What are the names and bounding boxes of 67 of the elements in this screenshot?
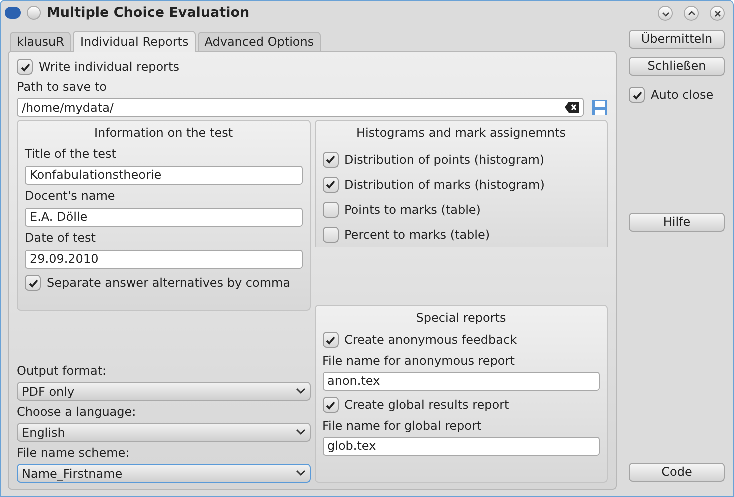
- chevron-icon: [296, 470, 306, 477]
- text-field[interactable]: 29.09.2010: [25, 250, 302, 269]
- checkbox-label: Separate answer alternatives by comma: [47, 275, 291, 292]
- chevron-icon: [296, 429, 306, 436]
- checkbox[interactable]: [322, 176, 338, 192]
- field-label: File name for anonymous report: [322, 353, 516, 370]
- checkbox[interactable]: [25, 275, 41, 291]
- push-button[interactable]: Code: [629, 463, 725, 482]
- field-label: File name scheme:: [17, 445, 131, 462]
- checkbox-label: Percent to marks (table): [344, 226, 490, 244]
- close-icon[interactable]: [710, 6, 725, 20]
- field-label: Choose a language:: [17, 404, 138, 421]
- push-button[interactable]: Übermitteln: [629, 30, 725, 49]
- text-field[interactable]: glob.tex: [322, 437, 600, 456]
- checkbox[interactable]: [322, 226, 338, 242]
- tab[interactable]: Advanced Options: [198, 32, 322, 51]
- field-label: Output format:: [17, 363, 108, 380]
- push-button[interactable]: Schließen: [629, 57, 725, 76]
- checkbox[interactable]: [322, 332, 338, 348]
- check-icon: [325, 334, 336, 346]
- dropdown-value: Name_Firstname: [22, 466, 124, 482]
- text-field[interactable]: E.A. Dölle: [25, 208, 302, 227]
- group-title: Special reports: [415, 310, 508, 327]
- dropdown[interactable]: PDF only: [17, 382, 310, 401]
- checkbox[interactable]: [322, 152, 338, 168]
- field-label: File name for global report: [322, 418, 483, 435]
- checkbox-label: Auto close: [651, 87, 714, 104]
- check-icon: [325, 179, 336, 190]
- checkbox-label: Points to marks (table): [344, 202, 481, 218]
- window-title: Multiple Choice Evaluation: [47, 4, 250, 23]
- clear-icon[interactable]: [565, 102, 579, 113]
- chevron-icon: [296, 388, 306, 395]
- field-label: Docent's name: [25, 188, 116, 205]
- maximize-icon[interactable]: [684, 6, 699, 20]
- checkbox-label: Distribution of marks (histogram): [344, 176, 545, 194]
- tab[interactable]: Individual Reports: [73, 31, 196, 52]
- tab[interactable]: klausuR: [10, 32, 72, 51]
- field-label: Date of test: [25, 230, 97, 247]
- field-label: Path to save to: [17, 79, 108, 96]
- group-title: Histograms and mark assignemnts: [356, 125, 567, 142]
- checkbox[interactable]: [322, 202, 338, 218]
- dropdown-value: English: [22, 424, 66, 442]
- check-icon: [325, 154, 336, 165]
- checkbox-label: Create anonymous feedback: [344, 332, 518, 349]
- checkbox[interactable]: [17, 59, 33, 75]
- check-icon: [632, 90, 642, 100]
- check-icon: [20, 62, 30, 72]
- checkbox-label: Write individual reports: [39, 59, 180, 76]
- minimize-icon[interactable]: [658, 6, 673, 20]
- check-icon: [28, 278, 38, 288]
- push-button[interactable]: Hilfe: [629, 213, 725, 232]
- dropdown[interactable]: English: [17, 423, 310, 442]
- text-field[interactable]: Konfabulationstheorie: [25, 166, 302, 185]
- path-text: /home/mydata/: [22, 100, 115, 116]
- checkbox[interactable]: [629, 87, 645, 103]
- dropdown-value: PDF only: [22, 384, 76, 400]
- dropdown[interactable]: Name_Firstname: [17, 464, 310, 483]
- checkbox[interactable]: [322, 397, 338, 413]
- save-icon[interactable]: [592, 100, 608, 116]
- check-icon: [325, 400, 336, 410]
- field-label: Title of the test: [25, 146, 118, 163]
- checkbox-label: Distribution of points (histogram): [344, 152, 545, 168]
- checkbox-label: Create global results report: [344, 397, 510, 414]
- text-field[interactable]: anon.tex: [322, 372, 600, 391]
- group-title: Information on the test: [93, 125, 234, 142]
- app-icon[interactable]: [5, 7, 21, 19]
- path-field[interactable]: /home/mydata/: [17, 98, 584, 117]
